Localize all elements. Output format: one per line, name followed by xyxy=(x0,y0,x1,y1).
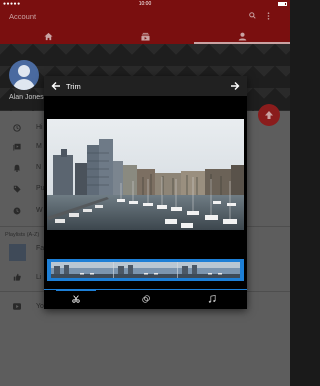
trim-start-handle[interactable] xyxy=(47,259,51,281)
more-vert-icon[interactable] xyxy=(267,12,270,22)
subscriptions-icon xyxy=(140,32,150,41)
timeline-thumbnails xyxy=(50,262,241,278)
playlist-item-label[interactable]: Li xyxy=(36,274,41,281)
tab-bar xyxy=(0,28,290,44)
video-frame-image xyxy=(47,119,244,230)
trim-tool-button[interactable] xyxy=(56,291,96,307)
timeline-frames xyxy=(50,262,241,278)
playlist-thumbnail[interactable] xyxy=(9,244,26,261)
page-title: Account xyxy=(9,12,37,21)
playlist-item-label[interactable]: Yo xyxy=(36,303,44,310)
menu-item-label: N xyxy=(36,164,42,171)
video-library-icon xyxy=(13,143,21,151)
playlists-section-label: Playlists (A-Z) xyxy=(5,232,40,238)
scissors-icon xyxy=(72,295,80,303)
filter-icon xyxy=(142,295,150,303)
status-bar: ●●●●● 10:00 xyxy=(0,0,290,8)
upload-button[interactable] xyxy=(258,104,280,126)
search-icon[interactable] xyxy=(249,12,256,21)
thumbs-up-icon xyxy=(13,273,21,281)
tab-home[interactable] xyxy=(0,28,96,44)
menu-item-label: M xyxy=(36,143,42,150)
app-bar: Account xyxy=(0,8,290,44)
trim-dialog: Trim xyxy=(44,76,247,309)
playlist-item-label[interactable]: Fa xyxy=(36,245,44,252)
account-icon xyxy=(238,32,246,41)
trim-dialog-toolbar xyxy=(44,289,247,309)
avatar[interactable] xyxy=(9,60,39,90)
menu-item-label: W xyxy=(36,207,43,214)
trim-dialog-title: Trim xyxy=(66,82,81,91)
upload-icon xyxy=(265,111,273,119)
video-preview[interactable] xyxy=(47,119,244,230)
trim-timeline[interactable] xyxy=(47,259,244,281)
play-icon xyxy=(13,303,21,310)
arrow-back-icon[interactable] xyxy=(51,80,61,92)
home-icon xyxy=(43,32,53,40)
trim-end-handle[interactable] xyxy=(240,259,244,281)
tab-subscriptions[interactable] xyxy=(97,28,193,44)
tag-icon xyxy=(13,185,21,193)
trim-dialog-header: Trim xyxy=(44,76,247,96)
clock-icon xyxy=(13,207,21,215)
account-name: Alan Jones xyxy=(9,94,44,101)
battery-icon xyxy=(278,2,287,6)
arrow-forward-icon[interactable] xyxy=(230,80,240,92)
music-note-icon xyxy=(208,295,216,303)
status-time: 10:00 xyxy=(138,1,152,7)
notifications-icon xyxy=(13,164,21,172)
music-tool-button[interactable] xyxy=(192,291,232,307)
history-icon xyxy=(13,124,21,132)
filter-tool-button[interactable] xyxy=(126,291,166,307)
menu-item-label: Hi xyxy=(36,124,43,131)
